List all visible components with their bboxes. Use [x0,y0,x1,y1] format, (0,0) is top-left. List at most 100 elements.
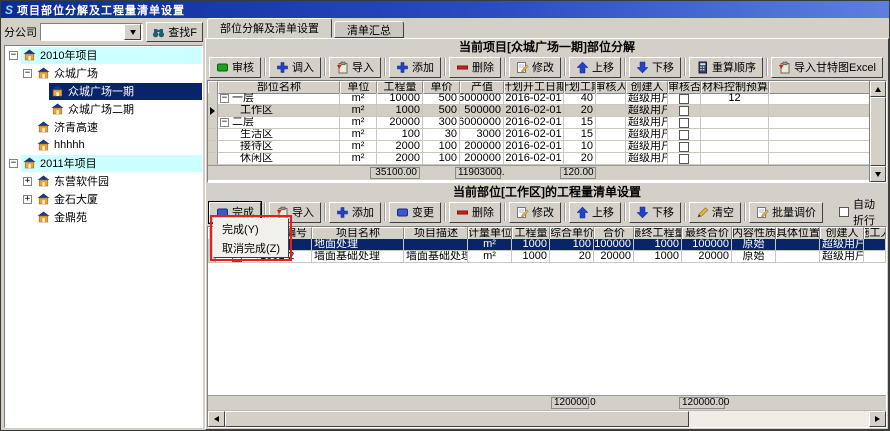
tree-item-body[interactable]: 众城广场二期 [49,101,202,118]
cell[interactable]: 2016-02-01 [504,153,564,165]
menu-item-finish[interactable]: 完成(Y) [214,219,288,238]
change-button[interactable]: 变更 [389,202,441,223]
modify-button[interactable]: 修改 [509,57,561,78]
part-name-cell[interactable]: 接待区 [218,141,340,153]
cell[interactable]: 200000 [460,153,504,165]
scroll-right-icon[interactable] [869,411,886,427]
part-name-cell[interactable]: 休闲区 [218,153,340,165]
cell[interactable]: m² [340,117,377,129]
cell[interactable]: 15 [564,117,596,129]
cell[interactable]: m² [340,105,377,117]
tree-item[interactable]: −2010年项目 [5,46,202,64]
cell[interactable] [596,93,626,105]
tree-item[interactable]: +金石大厦 [5,190,202,208]
cell[interactable]: 40 [564,93,596,105]
cell[interactable]: 2016-02-01 [504,93,564,105]
table-row[interactable]: −一层m²1000050050000002016-02-0140超级用户12 [208,93,870,105]
cell[interactable]: 20000 [594,251,634,263]
cell[interactable]: 超级用户 [626,105,668,117]
cell[interactable]: 超级用户 [820,239,864,251]
cell[interactable]: 超级用户 [626,93,668,105]
cell[interactable]: 6000000 [460,117,504,129]
cell[interactable]: 墙面基础处理 [404,251,468,263]
tree-collapse-icon[interactable]: − [23,69,32,78]
row-collapse-icon[interactable]: − [220,94,229,103]
tree-expand-icon[interactable]: + [23,195,32,204]
cell[interactable]: 200000 [460,141,504,153]
cell[interactable]: 15 [564,129,596,141]
cell[interactable]: m² [340,93,377,105]
tree-item[interactable]: 济青高速 [5,118,202,136]
menu-item-cancel-finish[interactable]: 取消完成(Z) [214,238,288,257]
part-name-cell[interactable]: −一层 [218,93,340,105]
tree-item-body[interactable]: 东营软件园 [35,173,202,190]
cell[interactable]: 原始 [732,251,776,263]
pull-in-button[interactable]: 调入 [269,57,321,78]
cell[interactable]: 地面处理 [312,239,404,251]
cell[interactable]: 100000 [682,239,732,251]
cell[interactable]: 20000 [682,251,732,263]
autowrap-control[interactable]: 自动折行 [839,196,885,228]
cell[interactable]: 5000000 [460,93,504,105]
cell[interactable] [864,239,886,251]
cell[interactable]: 100 [550,239,594,251]
move-down-button[interactable]: 下移 [629,57,681,78]
clear-button[interactable]: 清空 [689,202,741,223]
cell[interactable] [596,129,626,141]
tree-item-body[interactable]: 济青高速 [35,119,202,136]
cell[interactable]: 1000 [377,105,423,117]
window-titlebar[interactable]: S 项目部位分解及工程量清单设置 [1,1,889,18]
budget-cell[interactable] [701,105,769,117]
cell[interactable] [596,117,626,129]
tree-item[interactable]: −2011年项目 [5,154,202,172]
cell[interactable]: 1000 [512,239,550,251]
cell[interactable]: 100 [377,129,423,141]
scrollbar-thumb[interactable] [225,411,689,427]
cell[interactable]: 超级用户 [820,251,864,263]
cell[interactable]: 20 [550,251,594,263]
tree-item[interactable]: 众城广场一期 [5,82,202,100]
cell[interactable]: 墙面基础处理 [312,251,404,263]
part-name-cell[interactable]: 生活区 [218,129,340,141]
audited-cell[interactable] [668,153,701,165]
cell[interactable] [596,141,626,153]
cell[interactable]: 30 [423,129,460,141]
delete-button[interactable]: 删除 [449,57,501,78]
import-button[interactable]: 导入 [329,57,381,78]
table-row[interactable]: 接待区m²20001002000002016-02-0110超级用户 [208,141,870,153]
tree-collapse-icon[interactable]: − [9,51,18,60]
cell[interactable]: 100 [423,153,460,165]
cell[interactable]: 300 [423,117,460,129]
tree-expand-icon[interactable]: + [23,177,32,186]
autowrap-checkbox[interactable] [839,207,849,217]
part-name-cell[interactable]: −二层 [218,117,340,129]
tree-item-body[interactable]: 2011年项目 [21,155,202,172]
move-down-button[interactable]: 下移 [629,202,681,223]
cell[interactable]: m² [340,141,377,153]
cell[interactable]: 500000 [460,105,504,117]
cell[interactable]: 3000 [460,129,504,141]
cell[interactable] [776,251,820,263]
checkbox[interactable] [679,118,689,128]
tree-item[interactable]: +东营软件园 [5,172,202,190]
cell[interactable]: 100 [423,141,460,153]
cell[interactable]: 2016-02-01 [504,129,564,141]
recalc-order-button[interactable]: 重算顺序 [689,57,763,78]
cell[interactable]: 超级用户 [626,141,668,153]
tab-list-summary[interactable]: 清单汇总 [334,21,404,38]
checkbox[interactable] [679,106,689,116]
cell[interactable]: 2016-02-01 [504,117,564,129]
cell[interactable]: 500 [423,105,460,117]
tree-item-body[interactable]: 金鼎苑 [35,209,202,226]
tree-collapse-icon[interactable]: − [9,159,18,168]
cell[interactable] [596,153,626,165]
scrollbar-track[interactable] [689,411,869,427]
table-row[interactable]: 工作区m²10005005000002016-02-0120超级用户 [208,105,870,117]
cell[interactable]: 1000 [512,251,550,263]
cell[interactable]: 10000 [377,93,423,105]
chevron-down-icon[interactable] [124,24,141,40]
cell[interactable]: 超级用户 [626,153,668,165]
budget-cell[interactable] [701,129,769,141]
move-up-button[interactable]: 上移 [569,202,621,223]
cell[interactable]: m² [340,153,377,165]
